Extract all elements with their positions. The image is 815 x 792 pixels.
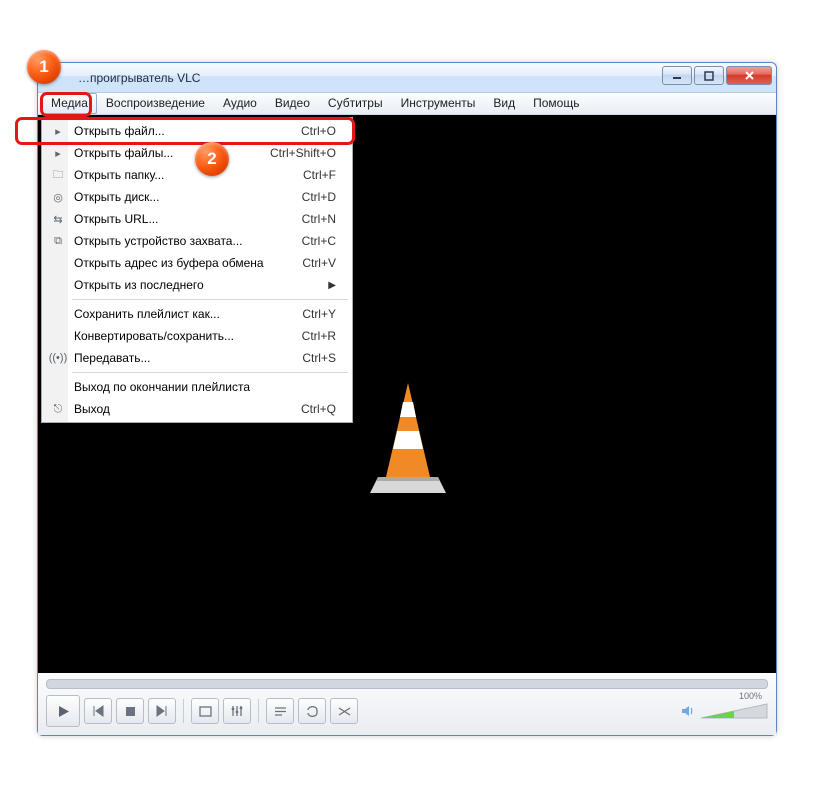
menu-item-shortcut: Ctrl+C — [302, 234, 336, 248]
menu-item-label: Открыть файлы... — [74, 146, 173, 160]
menu-item-label: Сохранить плейлист как... — [74, 307, 220, 321]
play-icon — [57, 705, 70, 718]
submenu-arrow-icon: ▶ — [328, 280, 336, 291]
fullscreen-icon — [199, 706, 212, 717]
menu-item-label: Открыть диск... — [74, 190, 159, 204]
menu-view[interactable]: Вид — [484, 93, 524, 114]
play-button[interactable] — [46, 695, 80, 727]
folder-icon: 🗀 — [48, 166, 68, 185]
quit-icon: ⎋ — [48, 403, 68, 416]
menu-item-shortcut: Ctrl+Q — [301, 402, 336, 416]
random-button[interactable] — [330, 698, 358, 724]
menu-open-disc[interactable]: ◎ Открыть диск... Ctrl+D — [44, 186, 350, 208]
menu-open-file[interactable]: ▸ Открыть файл... Ctrl+O — [44, 120, 350, 142]
menu-item-label: Передавать... — [74, 351, 150, 365]
playlist-button[interactable] — [266, 698, 294, 724]
menu-tools[interactable]: Инструменты — [392, 93, 485, 114]
menu-item-label: Открыть устройство захвата... — [74, 234, 242, 248]
controls-bar: 100% — [38, 673, 776, 735]
menu-separator — [72, 299, 348, 300]
menu-item-shortcut: Ctrl+R — [302, 329, 336, 343]
window-title: …проигрыватель VLC — [78, 71, 200, 85]
stop-button[interactable] — [116, 698, 144, 724]
menu-stream[interactable]: ((•)) Передавать... Ctrl+S — [44, 347, 350, 369]
separator — [258, 699, 259, 723]
menu-audio[interactable]: Аудио — [214, 93, 266, 114]
menu-item-shortcut: Ctrl+O — [301, 124, 336, 138]
titlebar[interactable]: …проигрыватель VLC — [38, 63, 776, 93]
maximize-button[interactable] — [694, 66, 724, 85]
play-file-icon: ▸ — [48, 125, 68, 138]
disc-icon: ◎ — [48, 191, 68, 204]
speaker-icon[interactable] — [680, 703, 696, 719]
control-row: 100% — [46, 695, 768, 727]
menubar: Медиа Воспроизведение Аудио Видео Субтит… — [38, 93, 776, 115]
menu-quit-after-playlist[interactable]: Выход по окончании плейлиста — [44, 376, 350, 398]
fullscreen-button[interactable] — [191, 698, 219, 724]
menu-subtitles[interactable]: Субтитры — [319, 93, 392, 114]
menu-open-files[interactable]: ▸ Открыть файлы... Ctrl+Shift+O — [44, 142, 350, 164]
seek-slider[interactable] — [46, 679, 768, 689]
loop-icon — [306, 706, 319, 717]
minimize-icon — [672, 71, 682, 81]
close-icon — [744, 70, 755, 81]
stop-icon — [125, 706, 136, 717]
menu-item-shortcut: Ctrl+V — [302, 256, 336, 270]
menu-separator — [72, 372, 348, 373]
menu-item-label: Выход по окончании плейлиста — [74, 380, 250, 394]
menu-quit[interactable]: ⎋ Выход Ctrl+Q — [44, 398, 350, 420]
menu-open-capture[interactable]: ⧉ Открыть устройство захвата... Ctrl+C — [44, 230, 350, 252]
stream-icon: ((•)) — [48, 352, 68, 364]
window-buttons — [662, 66, 772, 85]
loop-button[interactable] — [298, 698, 326, 724]
menu-open-clipboard[interactable]: Открыть адрес из буфера обмена Ctrl+V — [44, 252, 350, 274]
menu-item-shortcut: Ctrl+S — [302, 351, 336, 365]
close-button[interactable] — [726, 66, 772, 85]
maximize-icon — [704, 71, 714, 81]
menu-open-folder[interactable]: 🗀 Открыть папку... Ctrl+F — [44, 164, 350, 186]
skip-back-icon — [92, 705, 104, 717]
menu-item-shortcut: Ctrl+Y — [302, 307, 336, 321]
menu-item-label: Открыть из последнего — [74, 278, 204, 292]
menu-video[interactable]: Видео — [266, 93, 319, 114]
menu-playback[interactable]: Воспроизведение — [97, 93, 214, 114]
shuffle-icon — [338, 706, 351, 717]
separator — [183, 699, 184, 723]
menu-open-url[interactable]: ⇆ Открыть URL... Ctrl+N — [44, 208, 350, 230]
play-file-icon: ▸ — [48, 147, 68, 160]
menu-item-shortcut: Ctrl+D — [302, 190, 336, 204]
minimize-button[interactable] — [662, 66, 692, 85]
vlc-cone-icon — [364, 381, 452, 497]
menu-save-playlist[interactable]: Сохранить плейлист как... Ctrl+Y — [44, 303, 350, 325]
media-dropdown-menu: ▸ Открыть файл... Ctrl+O ▸ Открыть файлы… — [41, 117, 353, 423]
playlist-icon — [274, 706, 287, 717]
menu-media[interactable]: Медиа — [42, 93, 97, 114]
ext-settings-button[interactable] — [223, 698, 251, 724]
menu-item-label: Выход — [74, 402, 110, 416]
equalizer-icon — [231, 705, 244, 717]
menu-convert-save[interactable]: Конвертировать/сохранить... Ctrl+R — [44, 325, 350, 347]
next-button[interactable] — [148, 698, 176, 724]
menu-item-label: Открыть папку... — [74, 168, 164, 182]
menu-item-label: Открыть URL... — [74, 212, 158, 226]
menu-open-recent[interactable]: Открыть из последнего ▶ — [44, 274, 350, 296]
volume-slider[interactable] — [700, 700, 768, 722]
skip-forward-icon — [156, 705, 168, 717]
menu-item-shortcut: Ctrl+F — [303, 168, 336, 182]
capture-icon: ⧉ — [48, 235, 68, 248]
prev-button[interactable] — [84, 698, 112, 724]
menu-item-label: Конвертировать/сохранить... — [74, 329, 234, 343]
menu-help[interactable]: Помощь — [524, 93, 588, 114]
network-icon: ⇆ — [48, 213, 68, 226]
volume-control: 100% — [680, 700, 768, 722]
menu-item-shortcut: Ctrl+Shift+O — [270, 146, 336, 160]
menu-item-label: Открыть адрес из буфера обмена — [74, 256, 264, 270]
menu-item-shortcut: Ctrl+N — [302, 212, 336, 226]
menu-item-label: Открыть файл... — [74, 124, 165, 138]
